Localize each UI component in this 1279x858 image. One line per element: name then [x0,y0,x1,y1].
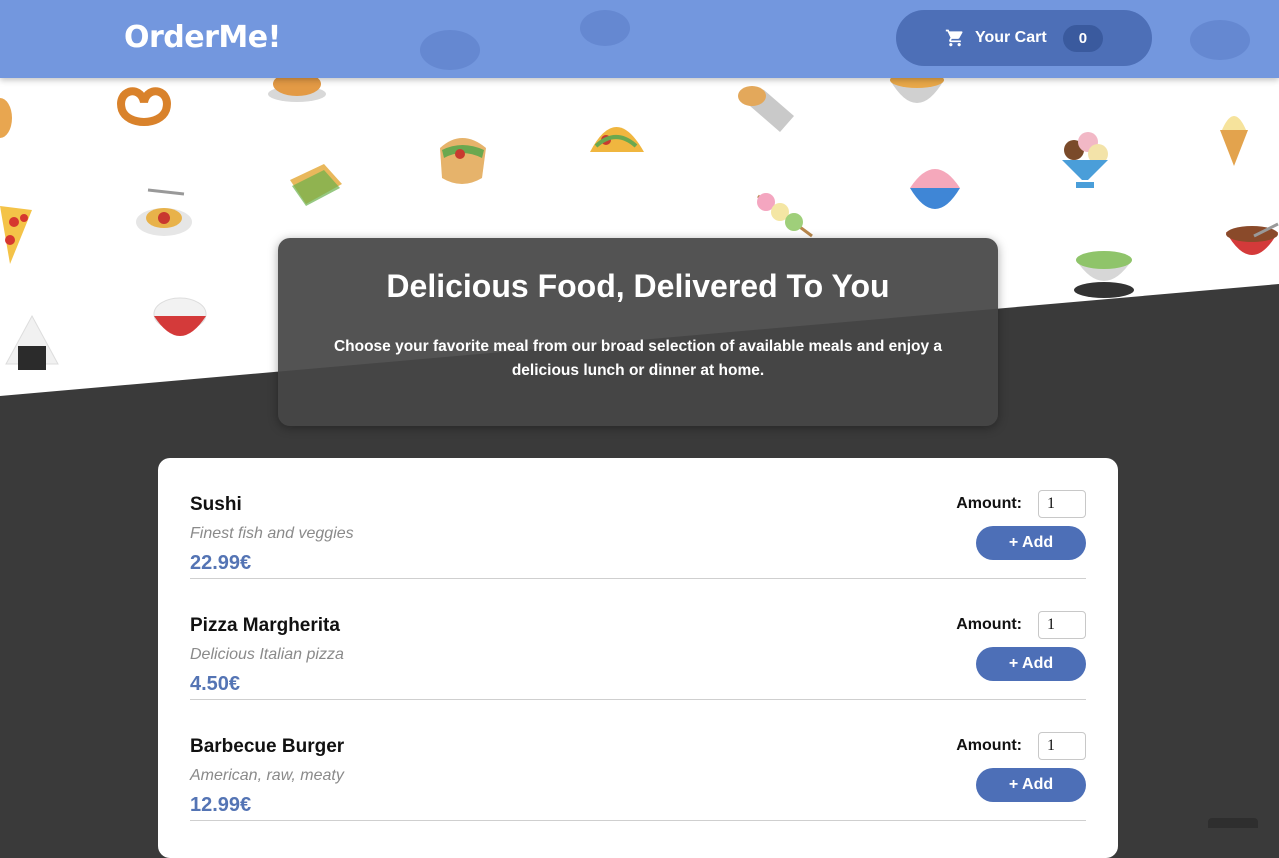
burrito-icon [734,80,798,134]
sandwich-icon [284,160,344,210]
soft-serve-icon [1216,108,1252,168]
add-button[interactable]: + Add [976,768,1086,802]
meal-description: American, raw, meaty [190,767,344,784]
meal-name: Sushi [190,494,242,515]
meal-price: 4.50€ [190,673,241,695]
app-logo: OrderMe! [124,20,281,55]
shaved-ice-icon [906,160,964,218]
dango-icon [752,190,816,240]
meal-name: Barbecue Burger [190,736,345,757]
pita-icon [432,128,494,188]
croissant-icon [0,98,18,138]
cart-icon [945,29,963,47]
taco-icon [586,112,648,156]
meal-item-barbecue-burger: Barbecue Burger American, raw, meaty 12.… [190,700,1086,821]
hero-summary: Delicious Food, Delivered To You Choose … [278,238,998,426]
amount-input[interactable] [1038,611,1086,639]
meal-description: Finest fish and veggies [190,525,354,542]
soup-bowl-icon [1224,222,1279,268]
onigiri-icon [4,314,60,372]
sundae-icon [1058,132,1112,194]
pretzel-icon [116,80,172,126]
corner-tab [1208,818,1258,828]
amount-row: Amount: [956,611,1086,639]
spaghetti-icon [134,184,194,238]
meal-item-pizza-margherita: Pizza Margherita Delicious Italian pizza… [190,579,1086,700]
rice-bowl-icon [150,292,210,348]
app-header: OrderMe! Your Cart 0 [0,0,1279,78]
cart-count-badge: 0 [1062,24,1104,52]
amount-label: Amount: [956,495,1022,512]
amount-row: Amount: [956,732,1086,760]
hero-title: Delicious Food, Delivered To You [386,268,890,304]
amount-input[interactable] [1038,490,1086,518]
meal-description: Delicious Italian pizza [190,646,344,663]
add-button[interactable]: + Add [976,647,1086,681]
amount-row: Amount: [956,490,1086,518]
meal-price: 22.99€ [190,552,252,574]
meal-price: 12.99€ [190,794,252,816]
hero-text: Choose your favorite meal from our broad… [333,338,943,379]
pizza-slice-icon [0,204,34,266]
meal-name: Pizza Margherita [190,615,340,636]
cart-button[interactable]: Your Cart 0 [896,10,1152,66]
cart-label: Your Cart [974,29,1047,46]
amount-input[interactable] [1038,732,1086,760]
add-button[interactable]: + Add [976,526,1086,560]
meals-list: Sushi Finest fish and veggies 22.99€ Amo… [158,458,1118,858]
amount-label: Amount: [956,616,1022,633]
amount-label: Amount: [956,737,1022,754]
matcha-icon [1072,240,1136,300]
meal-item-sushi: Sushi Finest fish and veggies 22.99€ Amo… [190,458,1086,579]
